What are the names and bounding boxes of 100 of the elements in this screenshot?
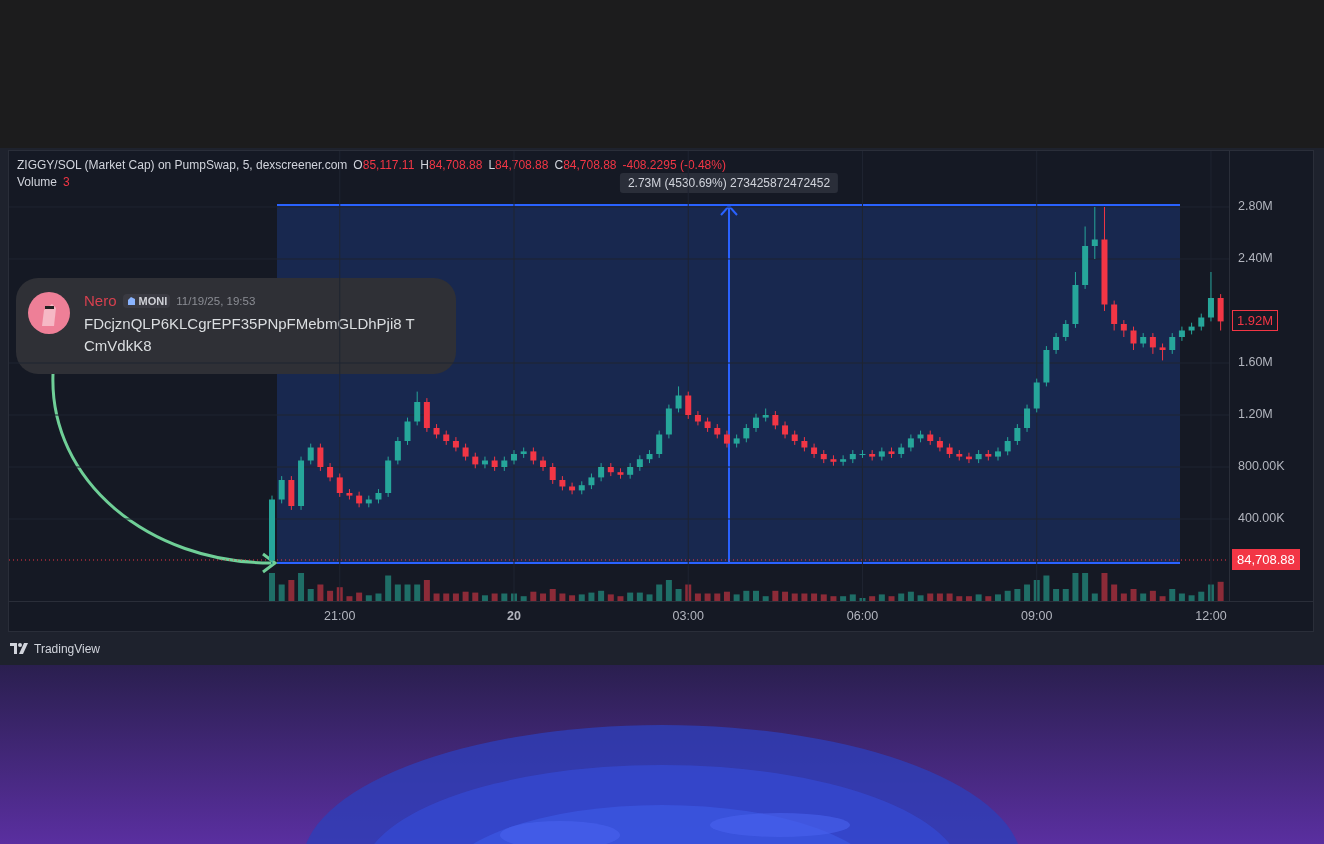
candle [704, 417, 711, 433]
time-tick: 21:00 [324, 609, 356, 623]
candle [269, 495, 275, 565]
candle [520, 447, 527, 459]
ohlc-value: C84,708.88 [554, 158, 617, 172]
hand-icon [125, 295, 137, 306]
candle [462, 443, 469, 461]
price-tick: 1.20M [1238, 407, 1273, 421]
candle [1053, 332, 1060, 355]
candle [1072, 271, 1079, 329]
price-label: 84,708.88 [1232, 549, 1300, 570]
symbol-title: ZIGGY/SOL (Market Cap) on PumpSwap, 5, dexscreener.com [17, 158, 348, 172]
candle [753, 413, 759, 433]
candle [298, 456, 305, 511]
candle [975, 449, 982, 464]
time-tick: 06:00 [846, 609, 879, 623]
candle [1024, 404, 1031, 433]
candle [307, 443, 314, 465]
candle [414, 391, 421, 426]
candle [1149, 332, 1156, 355]
candle [791, 430, 798, 446]
candle [549, 462, 556, 485]
ohlc-value: H84,708.88 [420, 158, 483, 172]
candle [569, 482, 576, 495]
change-value: -408.2295 (-0.48%) [622, 158, 726, 172]
price-tick: 2.40M [1238, 251, 1273, 265]
candle [859, 449, 866, 459]
candle [452, 436, 459, 452]
volume-value: 3 [63, 175, 70, 189]
candle [917, 430, 924, 443]
candle [888, 447, 895, 459]
candle [907, 434, 914, 452]
time-tick: 20 [507, 609, 521, 623]
candle [898, 443, 905, 459]
candle [965, 452, 972, 464]
candle [772, 410, 779, 430]
candle [491, 456, 498, 472]
candle [1198, 313, 1205, 331]
candle [1043, 345, 1050, 387]
candle [443, 430, 450, 446]
candle [733, 434, 740, 448]
candle [1159, 343, 1166, 361]
candle [685, 391, 692, 420]
candle [878, 447, 885, 461]
candle [559, 475, 566, 491]
candle [869, 449, 876, 461]
brand-name[interactable]: TradingView [34, 641, 101, 656]
candle [530, 447, 537, 465]
candle [995, 447, 1001, 461]
candle [578, 480, 585, 495]
candle [481, 456, 488, 469]
price-tick: 400.00K [1238, 511, 1285, 525]
candle [985, 449, 992, 461]
candle [433, 423, 440, 439]
candle [288, 475, 295, 511]
candle [1178, 326, 1185, 342]
ohlc-value: L84,708.88 [488, 158, 549, 172]
candle [714, 423, 721, 439]
candle [317, 443, 324, 472]
candle [327, 462, 334, 482]
candle [404, 417, 411, 446]
candle [511, 449, 517, 465]
logo-icon[interactable] [10, 643, 28, 654]
candle [278, 475, 285, 504]
candle [627, 462, 634, 480]
candle [1033, 378, 1040, 413]
candle [1082, 226, 1089, 290]
candle [1207, 271, 1214, 322]
candle [356, 491, 363, 508]
candle [1140, 332, 1147, 348]
badge-text: MONI [138, 294, 168, 307]
candle [1062, 319, 1069, 342]
candle [1014, 423, 1021, 446]
candle [675, 385, 682, 413]
ohlc-value: O85,117.11 [353, 158, 415, 172]
candle [336, 473, 343, 498]
candle [743, 423, 750, 443]
message-time: 11/19/25, 19:53 [176, 294, 256, 307]
candle [665, 404, 672, 439]
candle [365, 495, 372, 508]
candle [346, 488, 353, 500]
candle [1217, 293, 1224, 331]
candle [1130, 326, 1137, 351]
time-tick: 12:00 [1195, 609, 1227, 623]
price-tick: 800.00K [1238, 459, 1285, 473]
avatar-icon [28, 292, 70, 334]
candle [617, 467, 624, 480]
candle [830, 454, 837, 467]
time-tick: 03:00 [672, 609, 704, 623]
candle [762, 408, 769, 422]
candle [501, 456, 508, 472]
candle [782, 421, 789, 439]
candle [588, 473, 595, 490]
candle [1004, 436, 1011, 456]
measure-label: 2.73M (4530.69%) 273425872472452 [619, 173, 839, 193]
candle [927, 430, 934, 446]
candle [1169, 332, 1176, 355]
candle [472, 452, 479, 469]
candle [375, 488, 382, 504]
candle [394, 436, 401, 465]
